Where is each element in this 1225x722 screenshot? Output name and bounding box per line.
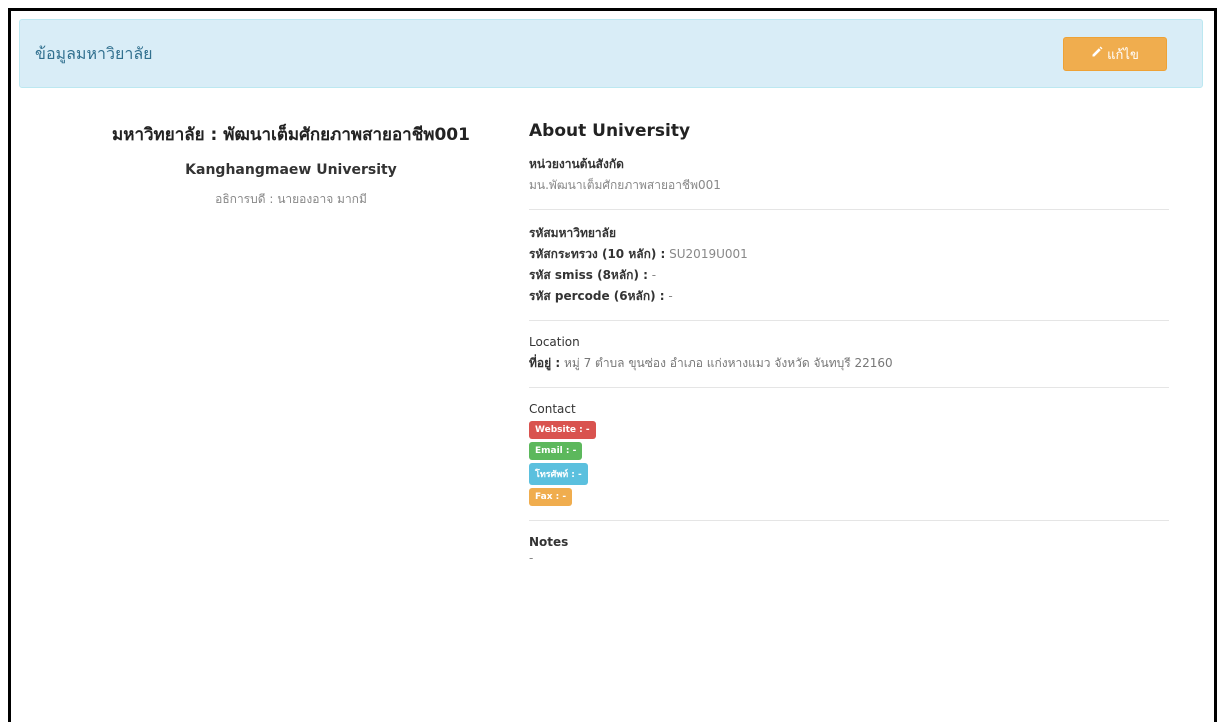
- about-university: About University หน่วยงานต้นสังกัด มน.พั…: [529, 121, 1169, 593]
- percode-code-key: รหัส percode (6หลัก) :: [529, 289, 665, 303]
- contact-label: Contact: [529, 402, 576, 416]
- smiss-code-value: -: [647, 268, 657, 282]
- affiliation-section: หน่วยงานต้นสังกัด มน.พัฒนาเต็มศักยภาพสาย…: [529, 155, 1169, 210]
- edit-button[interactable]: แก้ไข: [1063, 37, 1167, 71]
- affiliation-label: หน่วยงานต้นสังกัด: [529, 157, 624, 171]
- contact-section: Contact Website : - Email : - โทรศัพท์ :…: [529, 402, 1169, 521]
- ministry-code: รหัสกระทรวง (10 หลัก) : SU2019U001: [529, 245, 1169, 264]
- panel-title: ข้อมูลมหาวิยาลัย: [35, 44, 153, 63]
- percode-code-value: -: [664, 289, 673, 303]
- university-profile: มหาวิทยาลัย : พัฒนาเต็มศักยภาพสายอาชีพ00…: [71, 121, 511, 209]
- ministry-code-key: รหัสกระทรวง (10 หลัก) :: [529, 247, 666, 261]
- page-frame: ข้อมูลมหาวิยาลัย แก้ไข มหาวิทยาลัย : พัฒ…: [8, 8, 1217, 722]
- about-title: About University: [529, 121, 691, 141]
- smiss-code-key: รหัส smiss (8หลัก) :: [529, 268, 648, 282]
- website-badge[interactable]: Website : -: [529, 421, 596, 439]
- rector-name: อธิการบดี : นายองอาจ มากมี: [215, 192, 367, 206]
- percode-code: รหัส percode (6หลัก) : -: [529, 287, 1169, 306]
- address: ที่อยู่ : หมู่ 7 ตำบล ขุนซ่อง อำเภอ แก่ง…: [529, 352, 1169, 373]
- university-english-name: Kanghangmaew University: [185, 162, 397, 178]
- ministry-code-value: SU2019U001: [665, 247, 748, 261]
- university-title: มหาวิทยาลัย : พัฒนาเต็มศักยภาพสายอาชีพ00…: [112, 125, 470, 145]
- edit-button-label: แก้ไข: [1107, 47, 1139, 63]
- address-value: หมู่ 7 ตำบล ขุนซ่อง อำเภอ แก่งหางแมว จัง…: [560, 356, 893, 370]
- notes-label: Notes: [529, 535, 569, 549]
- pencil-icon: [1091, 46, 1103, 62]
- notes-value: -: [529, 551, 534, 565]
- location-label: Location: [529, 335, 580, 349]
- codes-section: รหัสมหาวิทยาลัย รหัสกระทรวง (10 หลัก) : …: [529, 224, 1169, 321]
- codes-label: รหัสมหาวิทยาลัย: [529, 226, 617, 240]
- smiss-code: รหัส smiss (8หลัก) : -: [529, 266, 1169, 285]
- affiliation-value: มน.พัฒนาเต็มศักยภาพสายอาชีพ001: [529, 178, 721, 192]
- email-badge[interactable]: Email : -: [529, 442, 583, 460]
- location-section: Location ที่อยู่ : หมู่ 7 ตำบล ขุนซ่อง อ…: [529, 335, 1169, 388]
- phone-badge[interactable]: โทรศัพท์ : -: [529, 463, 588, 485]
- panel-heading: ข้อมูลมหาวิยาลัย แก้ไข: [19, 19, 1203, 88]
- address-key: ที่อยู่ :: [529, 356, 561, 370]
- notes-section: Notes -: [529, 535, 1169, 579]
- fax-badge[interactable]: Fax : -: [529, 488, 573, 506]
